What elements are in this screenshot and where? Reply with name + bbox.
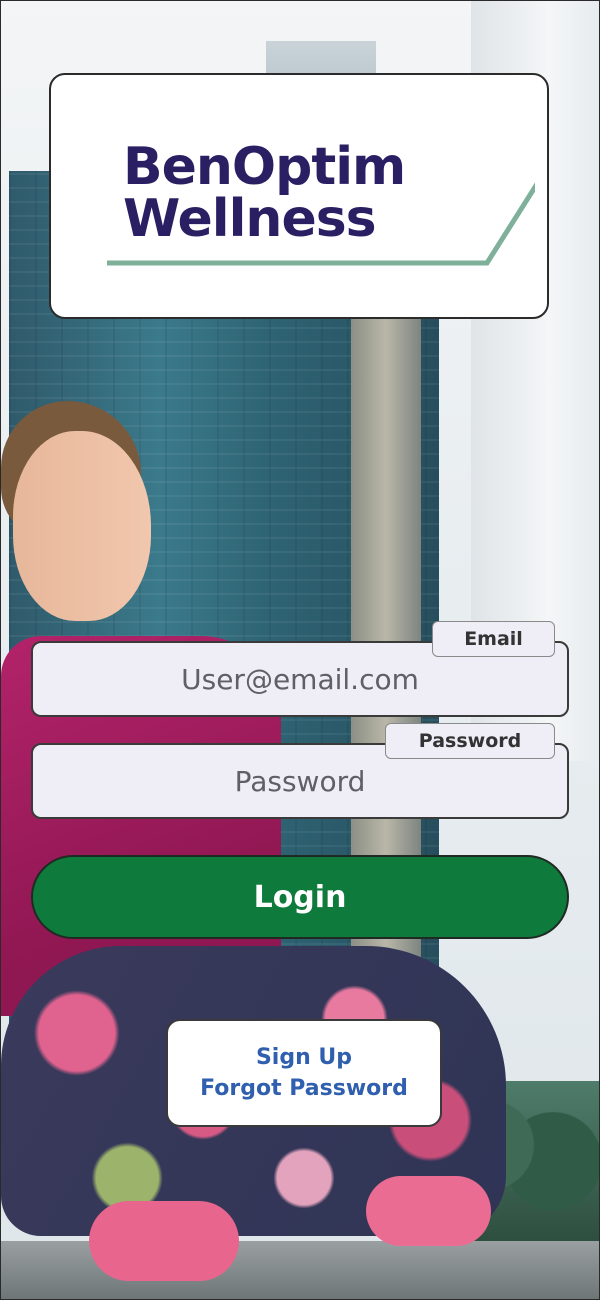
forgot-password-link[interactable]: Forgot Password [200, 1076, 408, 1101]
account-links-card: Sign Up Forgot Password [166, 1019, 442, 1127]
logo-line-2: Wellness [123, 189, 377, 249]
login-screen: BenOptim Wellness User@email.com Email P… [0, 0, 600, 1300]
login-button-label: Login [253, 879, 347, 915]
logo-line-1: BenOptim [123, 137, 406, 197]
person-face [13, 431, 151, 621]
email-field-placeholder: User@email.com [181, 662, 419, 696]
yoga-person-image [1, 401, 521, 1281]
email-field-label: Email [432, 621, 555, 657]
person-shoe-left [89, 1201, 239, 1281]
person-shoe-right [366, 1176, 491, 1246]
password-field-label: Password [385, 723, 555, 759]
logo-card: BenOptim Wellness [49, 73, 549, 319]
logo-wordmark: BenOptim Wellness [123, 137, 406, 249]
sign-up-link[interactable]: Sign Up [256, 1045, 352, 1070]
password-field-placeholder: Password [234, 764, 366, 798]
login-button[interactable]: Login [31, 855, 569, 939]
